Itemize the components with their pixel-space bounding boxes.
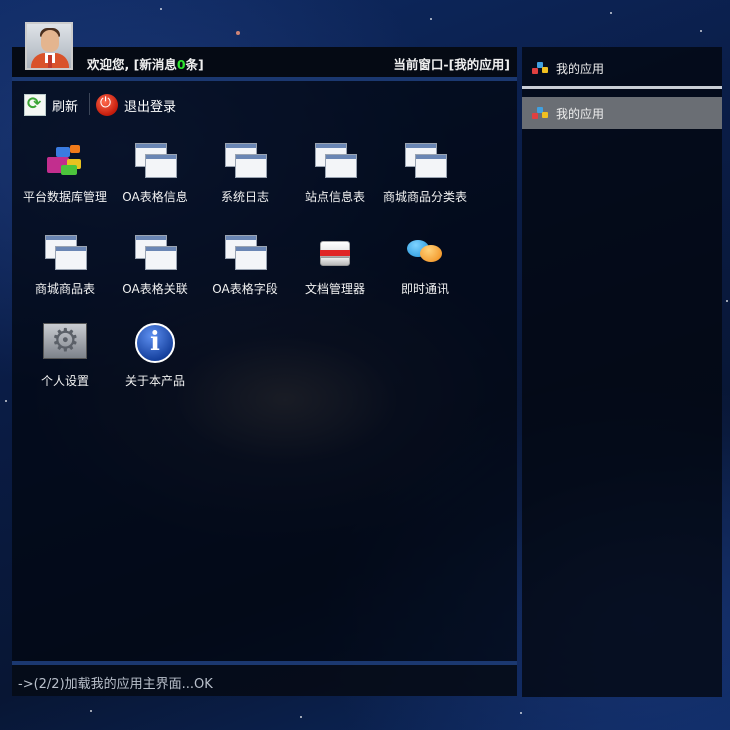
info-icon xyxy=(133,323,177,367)
app-label: 平台数据库管理 xyxy=(22,190,107,204)
app-system-log[interactable]: 系统日志 xyxy=(200,139,290,205)
app-label: 个人设置 xyxy=(40,374,89,388)
app-oa-table-relation[interactable]: OA表格关联 xyxy=(110,231,200,297)
welcome-message: 欢迎您, [新消息0条] xyxy=(87,54,204,73)
sidebar-header: 我的应用 xyxy=(522,47,722,89)
app-label: 商城商品分类表 xyxy=(382,190,467,204)
app-label: 即时通讯 xyxy=(400,282,449,296)
welcome-suffix: 条] xyxy=(185,57,204,72)
app-oa-table-info[interactable]: OA表格信息 xyxy=(110,139,200,205)
power-icon xyxy=(96,94,118,116)
app-label: OA表格关联 xyxy=(122,282,188,296)
chat-icon xyxy=(403,231,447,275)
window-icon xyxy=(313,139,357,183)
database-icon xyxy=(43,139,87,183)
drive-icon xyxy=(313,231,357,275)
app-oa-table-field[interactable]: OA表格字段 xyxy=(200,231,290,297)
refresh-icon xyxy=(24,94,46,116)
window-icon xyxy=(403,139,447,183)
header-bar: 欢迎您, [新消息0条] 当前窗口-[我的应用] xyxy=(12,22,517,81)
window-icon xyxy=(223,139,267,183)
apps-icon xyxy=(532,60,548,76)
current-window-label: 当前窗口-[我的应用] xyxy=(393,57,510,72)
status-text: ->(2/2)加载我的应用主界面...OK xyxy=(18,677,213,692)
refresh-label: 刷新 xyxy=(52,99,79,115)
app-label: 商城商品表 xyxy=(34,282,95,296)
app-site-info-table[interactable]: 站点信息表 xyxy=(290,139,380,205)
refresh-button[interactable]: 刷新 xyxy=(24,93,78,117)
logout-label: 退出登录 xyxy=(124,99,177,115)
app-database-manager[interactable]: 平台数据库管理 xyxy=(20,139,110,205)
new-message-count[interactable]: 0 xyxy=(177,57,186,72)
window-icon xyxy=(133,231,177,275)
app-label: 文档管理器 xyxy=(304,282,365,296)
app-label: OA表格信息 xyxy=(122,190,188,204)
window-icon xyxy=(223,231,267,275)
welcome-prefix: 欢迎您, [新消息 xyxy=(87,57,177,72)
sidebar-item-label: 我的应用 xyxy=(556,106,605,121)
window-icon xyxy=(133,139,177,183)
status-bar: ->(2/2)加载我的应用主界面...OK xyxy=(12,661,517,696)
app-label: 关于本产品 xyxy=(124,374,185,388)
app-product-table[interactable]: 商城商品表 xyxy=(20,231,110,297)
app-about-product[interactable]: 关于本产品 xyxy=(110,323,200,389)
toolbar-divider xyxy=(89,93,90,115)
sidebar-title: 我的应用 xyxy=(522,52,722,84)
logout-button[interactable]: 退出登录 xyxy=(96,93,176,117)
app-sidebar: 我的应用 我的应用 xyxy=(522,47,722,697)
desktop-content: 刷新 退出登录 平台数据库管理 OA表格信息 系统日志 xyxy=(12,81,517,661)
app-label: 系统日志 xyxy=(220,190,269,204)
app-product-category-table[interactable]: 商城商品分类表 xyxy=(380,139,470,205)
app-document-manager[interactable]: 文档管理器 xyxy=(290,231,380,297)
sidebar-item-my-apps[interactable]: 我的应用 xyxy=(522,97,722,129)
app-label: OA表格字段 xyxy=(212,282,278,296)
app-label: 站点信息表 xyxy=(304,190,365,204)
sidebar-title-label: 我的应用 xyxy=(556,61,605,76)
app-instant-messaging[interactable]: 即时通讯 xyxy=(380,231,470,297)
user-avatar[interactable] xyxy=(25,22,73,70)
main-window: 欢迎您, [新消息0条] 当前窗口-[我的应用] 刷新 退出登录 平台数据库管理 xyxy=(12,22,517,696)
window-icon xyxy=(43,231,87,275)
app-personal-settings[interactable]: 个人设置 xyxy=(20,321,110,389)
apps-icon xyxy=(532,105,548,121)
settings-icon xyxy=(43,321,87,367)
